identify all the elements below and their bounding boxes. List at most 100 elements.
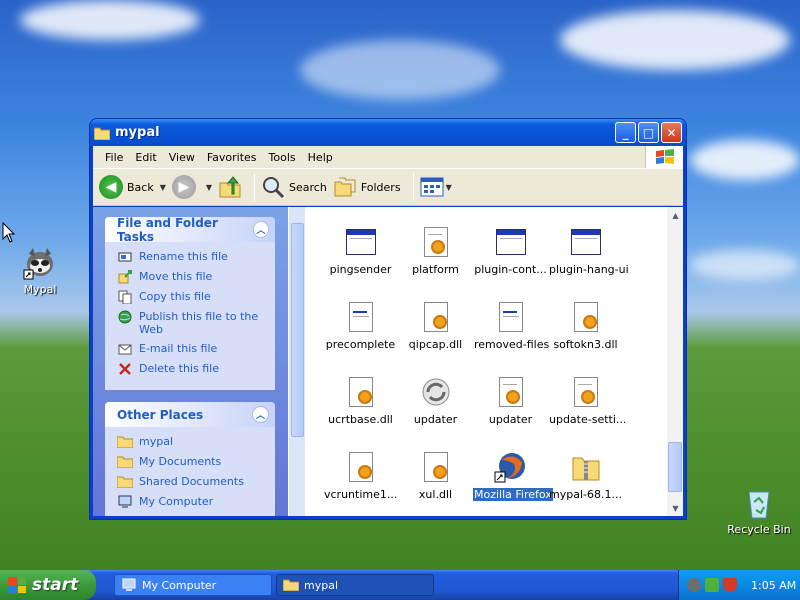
task-publish-web[interactable]: Publish this file to the Web: [117, 310, 269, 336]
taskbar-item-my-computer[interactable]: My Computer: [114, 574, 272, 596]
file-item[interactable]: updater: [473, 375, 548, 450]
chevron-down-icon[interactable]: ▼: [206, 183, 212, 192]
file-label: updater: [488, 413, 533, 426]
file-label: platform: [412, 263, 459, 276]
up-folder-button[interactable]: [218, 175, 242, 199]
minimize-button[interactable]: _: [615, 122, 636, 143]
place-mypal[interactable]: mypal: [117, 435, 269, 449]
file-item[interactable]: platform: [398, 225, 473, 300]
updater-file-icon: [419, 375, 453, 409]
scrollbar-thumb[interactable]: [291, 223, 304, 437]
dll-file-icon: [419, 300, 453, 334]
collapse-chevron-icon[interactable]: ︿: [252, 221, 269, 238]
menu-edit[interactable]: Edit: [129, 151, 162, 164]
up-folder-icon: [219, 176, 241, 198]
folder-icon: [283, 579, 299, 591]
search-button[interactable]: Search: [261, 175, 327, 199]
desktop-icon-recycle-bin[interactable]: Recycle Bin: [724, 486, 794, 536]
menu-help[interactable]: Help: [302, 151, 339, 164]
menu-favorites[interactable]: Favorites: [201, 151, 263, 164]
forward-button[interactable]: ▶ ▼: [171, 175, 212, 199]
back-label: Back: [127, 180, 154, 194]
folder-icon: [117, 435, 133, 449]
collapse-chevron-icon[interactable]: ︿: [252, 406, 269, 423]
dll-file-icon: [419, 450, 453, 484]
file-item[interactable]: precomplete: [323, 300, 398, 375]
panel-title: File and Folder Tasks: [117, 215, 218, 244]
menu-tools[interactable]: Tools: [263, 151, 302, 164]
file-item[interactable]: vcruntime1...: [323, 450, 398, 525]
close-icon: ✕: [666, 125, 677, 140]
settings-file-icon: [494, 375, 528, 409]
doc-file-icon: [494, 300, 528, 334]
title-bar[interactable]: mypal _ □ ✕: [90, 119, 686, 146]
search-icon: [263, 177, 285, 199]
raccoon-tray-icon[interactable]: [687, 578, 701, 592]
folders-button[interactable]: Folders: [333, 176, 401, 198]
place-my-documents[interactable]: My Documents: [117, 455, 269, 469]
desktop-icon-label: Recycle Bin: [727, 523, 791, 536]
chevron-down-icon[interactable]: ▼: [160, 183, 166, 192]
task-delete-file[interactable]: Delete this file: [117, 362, 269, 376]
file-label: xul.dll: [418, 488, 453, 501]
task-move-file[interactable]: Move this file: [117, 270, 269, 284]
file-item[interactable]: removed-files: [473, 300, 549, 375]
task-copy-file[interactable]: Copy this file: [117, 290, 269, 304]
menu-file[interactable]: File: [99, 151, 129, 164]
back-button[interactable]: ◀ Back ▼: [99, 175, 166, 199]
close-button[interactable]: ✕: [661, 122, 682, 143]
taskbar-item-label: mypal: [304, 578, 339, 592]
taskbar-item-mypal[interactable]: mypal: [276, 574, 434, 596]
task-rename-file[interactable]: Rename this file: [117, 250, 269, 264]
other-places-panel: Other Places ︿ mypal My Documents Shared…: [105, 402, 275, 516]
taskbar-item-label: My Computer: [142, 578, 217, 592]
file-item[interactable]: updater: [398, 375, 473, 450]
taskbar: start My Computer mypal 1:05 AM: [0, 570, 800, 600]
zip-file-icon: [569, 450, 603, 484]
window-content: File and Folder Tasks ︿ Rename this file…: [93, 207, 683, 516]
folder-icon: [94, 127, 110, 140]
security-shield-icon[interactable]: [723, 578, 737, 592]
start-button[interactable]: start: [0, 570, 96, 600]
file-item[interactable]: plugin-hang-ui: [548, 225, 629, 300]
file-item[interactable]: update-setti...: [548, 375, 626, 450]
file-item[interactable]: Mozilla Firefox: [472, 450, 554, 525]
search-label: Search: [289, 180, 327, 194]
file-item[interactable]: mypal-68.1...: [548, 450, 623, 525]
exe-file-icon: [569, 225, 603, 259]
place-my-computer[interactable]: My Computer: [117, 495, 269, 509]
cloud: [20, 0, 200, 40]
file-item[interactable]: qipcap.dll: [398, 300, 473, 375]
clock[interactable]: 1:05 AM: [751, 579, 796, 592]
file-item[interactable]: pingsender: [323, 225, 398, 300]
views-button[interactable]: ▼: [420, 177, 452, 197]
scroll-up-icon[interactable]: ▲: [667, 207, 684, 223]
network-tray-icon[interactable]: [705, 578, 719, 592]
delete-icon: [117, 362, 133, 376]
menu-view[interactable]: View: [163, 151, 201, 164]
file-list: pingsender platform plugin-cont... plugin-h…: [305, 207, 666, 516]
file-item[interactable]: plugin-cont...: [473, 225, 548, 300]
file-label: qipcap.dll: [408, 338, 463, 351]
task-pane-scrollbar[interactable]: [288, 207, 305, 516]
windows-flag-icon: [8, 577, 26, 593]
settings-file-icon: [569, 375, 603, 409]
file-item[interactable]: softokn3.dll: [548, 300, 623, 375]
scroll-down-icon[interactable]: ▼: [667, 500, 684, 516]
task-email-file[interactable]: E-mail this file: [117, 342, 269, 356]
file-folder-tasks-panel: File and Folder Tasks ︿ Rename this file…: [105, 215, 275, 390]
scrollbar-thumb[interactable]: [668, 442, 682, 492]
file-item[interactable]: ucrtbase.dll: [323, 375, 398, 450]
panel-header[interactable]: File and Folder Tasks ︿: [105, 215, 275, 244]
toolbar-separator: [254, 173, 256, 201]
file-list-scrollbar[interactable]: ▲ ▼: [666, 207, 683, 516]
file-label: ucrtbase.dll: [328, 413, 393, 426]
views-icon: [420, 177, 444, 197]
file-item[interactable]: xul.dll: [398, 450, 473, 525]
back-arrow-icon: ◀: [99, 175, 123, 199]
desktop-icon-mypal[interactable]: Mypal: [5, 246, 75, 296]
maximize-button[interactable]: □: [638, 122, 659, 143]
panel-header[interactable]: Other Places ︿: [105, 402, 275, 427]
chevron-down-icon[interactable]: ▼: [446, 183, 452, 192]
place-shared-documents[interactable]: Shared Documents: [117, 475, 269, 489]
